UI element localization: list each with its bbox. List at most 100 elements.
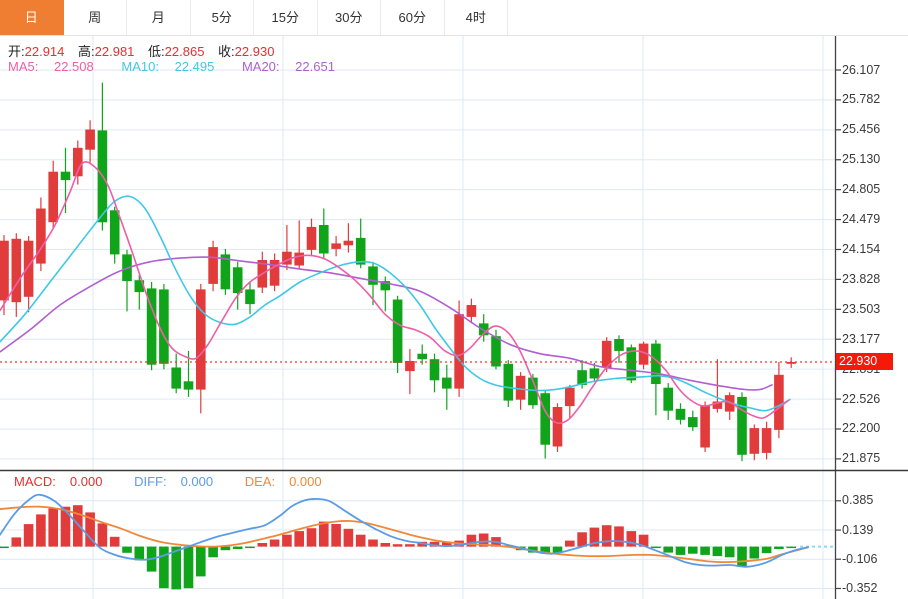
candle-body [36,208,46,264]
dea-readout: DEA: 0.000 [244,474,322,489]
macd-bar [97,523,108,547]
candlestick-chart-canvas[interactable] [0,0,908,599]
price-axis-label: 22.200 [842,421,881,436]
macd-bar [724,546,735,558]
macd-readout: MACD: 0.000 [14,474,103,489]
candle-body [11,238,22,303]
candle-body [23,240,34,297]
macd-bar [0,546,9,549]
candle-body [60,171,71,180]
price-axis-label: 25.782 [842,92,881,107]
close-label: 收: [218,44,235,59]
macd-bar [712,546,723,557]
candle-body [196,289,206,390]
ohlc-header: 开:22.914 高:22.981 低:22.865 收:22.930 [8,41,284,60]
candle-body [442,377,452,389]
open-label: 开: [8,44,25,59]
dea-line [0,505,809,564]
macd-bar [380,543,391,547]
macd-bar [675,546,686,555]
macd-bar [392,544,403,547]
candle-body [232,267,243,293]
macd-bar [737,546,747,567]
diff-line [0,493,809,568]
macd-bar [232,546,243,549]
candle-body [675,408,686,420]
macd-bar [565,540,575,547]
ma-header: MA5: 22.508 MA10: 22.495 MA20: 22.651 [8,59,359,74]
candle-body [171,367,181,389]
close-value: 22.930 [234,44,275,59]
tab-15分[interactable]: 15分 [254,0,318,35]
tab-5分[interactable]: 5分 [190,0,254,35]
macd-bar [220,546,231,551]
macd-axis-label: -0.106 [842,551,878,566]
macd-bar [48,508,58,547]
macd-bar [60,506,71,547]
price-axis-label: 25.130 [842,152,881,167]
candle-body [761,428,772,453]
candle-body [331,243,341,249]
macd-bar [73,505,83,547]
macd-bar [257,543,268,547]
macd-bar [700,546,710,555]
tab-日[interactable]: 日 [0,0,64,35]
ma10-readout: MA10: 22.495 [121,59,215,74]
candle-body [552,407,563,447]
tab-30分[interactable]: 30分 [317,0,381,35]
macd-bar [601,525,612,547]
macd-bar [294,531,304,547]
candle-body [208,247,218,284]
low-value: 22.865 [164,44,205,59]
macd-bar [134,546,145,561]
candle-body [565,387,575,407]
price-axis-label: 23.828 [842,271,881,286]
macd-bar [159,546,169,589]
price-axis-label: 23.177 [842,331,881,346]
diff-readout: DIFF: 0.000 [134,474,214,489]
price-axis-label: 25.456 [842,122,881,137]
candle-body [183,381,194,390]
interval-tabbar: 日周月 5分 15分 30分 60分 4时 [0,0,908,36]
price-axis-label: 24.154 [842,241,881,256]
low-label: 低: [148,44,165,59]
macd-bar [761,546,772,554]
candle-body [355,237,366,265]
candle-body [774,374,784,430]
macd-bar [343,528,354,547]
tab-周[interactable]: 周 [63,0,127,35]
price-axis-label: 24.479 [842,212,881,227]
macd-bar [122,546,132,553]
candle-body [392,299,403,363]
tab-4时[interactable]: 4时 [444,0,508,35]
candle-body [319,225,329,254]
ma5-readout: MA5: 22.508 [8,59,94,74]
macd-axis-label: 0.139 [842,522,874,537]
tab-月[interactable]: 月 [127,0,191,35]
macd-bar [109,536,120,547]
macd-bar [614,526,624,547]
high-label: 高: [78,44,95,59]
macd-bar [269,539,280,547]
price-axis-label: 23.503 [842,301,881,316]
tab-60分[interactable]: 60分 [381,0,445,35]
macd-bar [282,534,292,547]
macd-axis-label: -0.352 [842,580,878,595]
macd-bar [651,546,661,549]
kline-chart-app: 日周月 5分 15分 30分 60分 4时 开:22.914 高:22.981 低:22.… [0,0,908,599]
macd-bar [306,528,317,547]
candle-body [515,375,526,400]
macd-bar [23,524,34,547]
candle-body [663,387,673,411]
macd-bar [663,546,673,553]
macd-bar [331,524,341,547]
ma20-readout: MA20: 22.651 [241,59,335,74]
current-price-badge: 22.930 [836,353,893,371]
candle-body [0,240,9,301]
candle-body [749,428,760,454]
ma5-line [0,160,789,425]
macd-bar [688,546,698,554]
macd-bar [245,546,255,549]
candle-body [540,393,550,445]
candle-body [589,368,600,379]
